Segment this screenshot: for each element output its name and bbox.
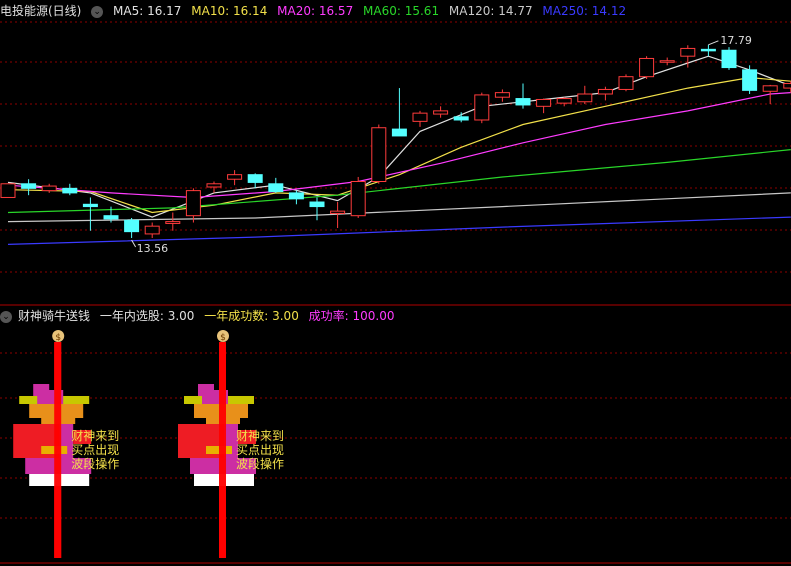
candle-body <box>680 47 696 57</box>
signal-text: 财神来到 <box>236 429 284 443</box>
candle-body <box>41 185 57 192</box>
low-price-label: 13.56 <box>137 242 169 255</box>
candle-body <box>206 183 222 188</box>
signal-bar-front <box>54 342 62 558</box>
candle-body <box>227 174 243 180</box>
candle-body <box>783 83 791 89</box>
candle-body <box>288 192 304 200</box>
high-marker <box>708 40 719 46</box>
candle-body <box>597 88 613 95</box>
candle-body <box>247 174 263 183</box>
candle-body <box>391 128 407 137</box>
signal-text: 买点出现 <box>71 443 119 457</box>
candle-body <box>453 116 469 121</box>
candle-body <box>721 49 737 69</box>
candle-body <box>474 94 490 121</box>
candle-body <box>742 69 758 91</box>
candle-body <box>700 48 716 52</box>
candle-body <box>268 183 284 193</box>
ma-line-ma5 <box>7 55 791 218</box>
candle-body <box>371 127 387 183</box>
candle-body <box>618 76 634 90</box>
candle-body <box>433 110 449 115</box>
candle-body <box>82 203 98 208</box>
candle-body <box>309 201 325 208</box>
candle-body <box>185 190 201 217</box>
candle-body <box>659 60 675 63</box>
candle-body <box>536 98 552 107</box>
coin-glyph: $ <box>55 333 61 343</box>
coin-glyph: $ <box>220 333 226 343</box>
signal-text: 买点出现 <box>236 443 284 457</box>
signal-text: 波段操作 <box>236 456 284 471</box>
candle-body <box>62 187 78 194</box>
candle-body <box>103 215 119 220</box>
candle-body <box>639 57 655 78</box>
candle-body <box>21 183 37 189</box>
signal-bar-front <box>219 342 226 558</box>
stock-chart[interactable]: 17.7913.56$财神来到买点出现波段操作$财神来到买点出现波段操作 <box>0 0 791 566</box>
candle-body <box>762 85 778 92</box>
signal-text: 波段操作 <box>71 456 119 471</box>
high-price-label: 17.79 <box>720 34 752 47</box>
candle-body <box>577 93 593 103</box>
candle-body <box>515 98 531 106</box>
candle-body <box>0 183 16 198</box>
candle-body <box>330 210 346 214</box>
candle-body <box>556 98 572 104</box>
candle-body <box>412 112 428 122</box>
candle-body <box>144 225 160 235</box>
candle-body <box>124 219 140 233</box>
signal-text: 财神来到 <box>71 429 119 443</box>
god-of-wealth-figure <box>41 446 68 454</box>
candle-body <box>494 92 510 98</box>
candle-body <box>350 181 366 217</box>
candle-body <box>165 221 181 224</box>
